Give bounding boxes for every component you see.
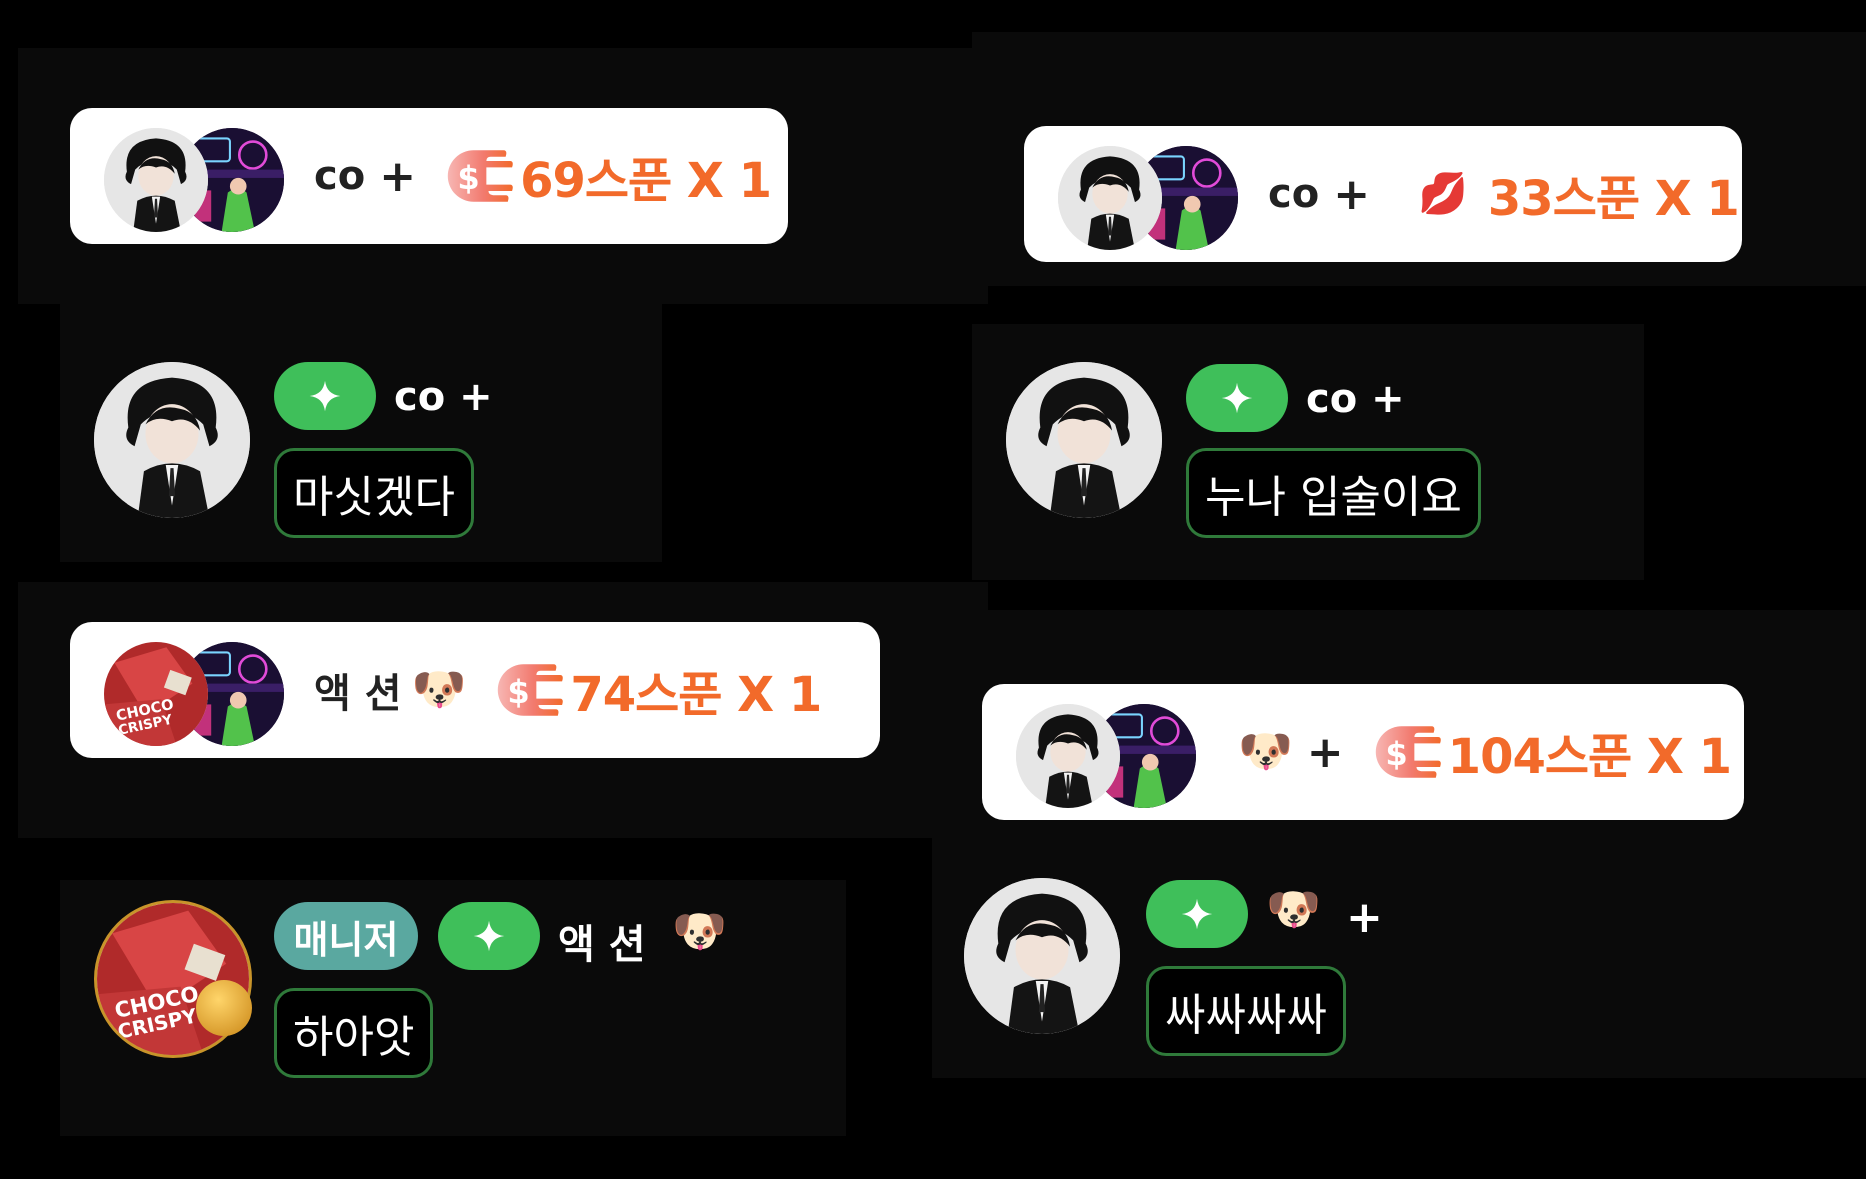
- lips-icon: 💋: [1418, 171, 1468, 217]
- chat-message: 누나 입술이요: [1186, 448, 1481, 538]
- plus-icon: +: [1333, 168, 1371, 220]
- donation-card: 🐶 + 104스푼 X 1: [982, 684, 1744, 820]
- sparkle-icon: [472, 919, 506, 953]
- donation-amount: 69스푼 X 1: [520, 153, 772, 209]
- chat-username: co +: [1306, 376, 1405, 422]
- donor-avatar[interactable]: [1058, 146, 1162, 250]
- donor-avatar[interactable]: [104, 642, 208, 746]
- plus-icon: +: [1346, 892, 1383, 943]
- chat-message: 마싯겠다: [274, 448, 474, 538]
- donor-avatar[interactable]: [104, 128, 208, 232]
- chat-avatar[interactable]: [1006, 362, 1162, 518]
- chat-avatar[interactable]: [94, 362, 250, 518]
- dog-icon: 🐶: [672, 906, 727, 957]
- manager-badge: 매니저: [274, 902, 418, 970]
- donation-amount: 33스푼 X 1: [1487, 171, 1740, 227]
- dog-icon: 🐶: [1266, 884, 1321, 935]
- spoon-coin-icon: [1370, 722, 1448, 782]
- donor-name: co: [1268, 171, 1320, 217]
- dog-icon: 🐶: [1238, 726, 1293, 777]
- donor-avatar-pair: [1058, 139, 1238, 250]
- chat-message: 하아앗: [274, 988, 434, 1078]
- donor-avatar[interactable]: [1016, 704, 1120, 808]
- fan-badge: [1146, 880, 1248, 948]
- chat-message: 싸싸싸싸: [1146, 966, 1346, 1056]
- plus-icon: +: [1306, 726, 1344, 778]
- fan-badge: [1186, 364, 1288, 432]
- donation-amount: 74스푼 X 1: [570, 667, 822, 723]
- donation-card: co + 💋 33스푼 X 1: [1024, 126, 1742, 262]
- sparkle-icon: [1220, 381, 1254, 415]
- chat-username: 액 션: [558, 922, 646, 968]
- manager-crown-icon: [196, 980, 252, 1036]
- chat-username: co +: [394, 374, 493, 420]
- plus-icon: +: [379, 150, 417, 202]
- donor-name: co: [314, 153, 366, 199]
- dog-icon: 🐶: [411, 664, 467, 715]
- spoon-coin-icon: [442, 146, 520, 206]
- donation-amount: 104스푼 X 1: [1447, 729, 1732, 785]
- spoon-coin-icon: [492, 660, 570, 720]
- donor-name: 액 션: [314, 671, 402, 717]
- sparkle-icon: [1180, 897, 1214, 931]
- fan-badge: [438, 902, 540, 970]
- chat-avatar[interactable]: [964, 878, 1120, 1034]
- donor-avatar-pair: [104, 635, 284, 746]
- donor-avatar-pair: [104, 121, 284, 232]
- donation-card: 액 션 🐶 74스푼 X 1: [70, 622, 880, 758]
- fan-badge: [274, 362, 376, 430]
- donor-avatar-pair: [1016, 697, 1196, 808]
- donation-card: co + 69스푼 X 1: [70, 108, 788, 244]
- sparkle-icon: [308, 379, 342, 413]
